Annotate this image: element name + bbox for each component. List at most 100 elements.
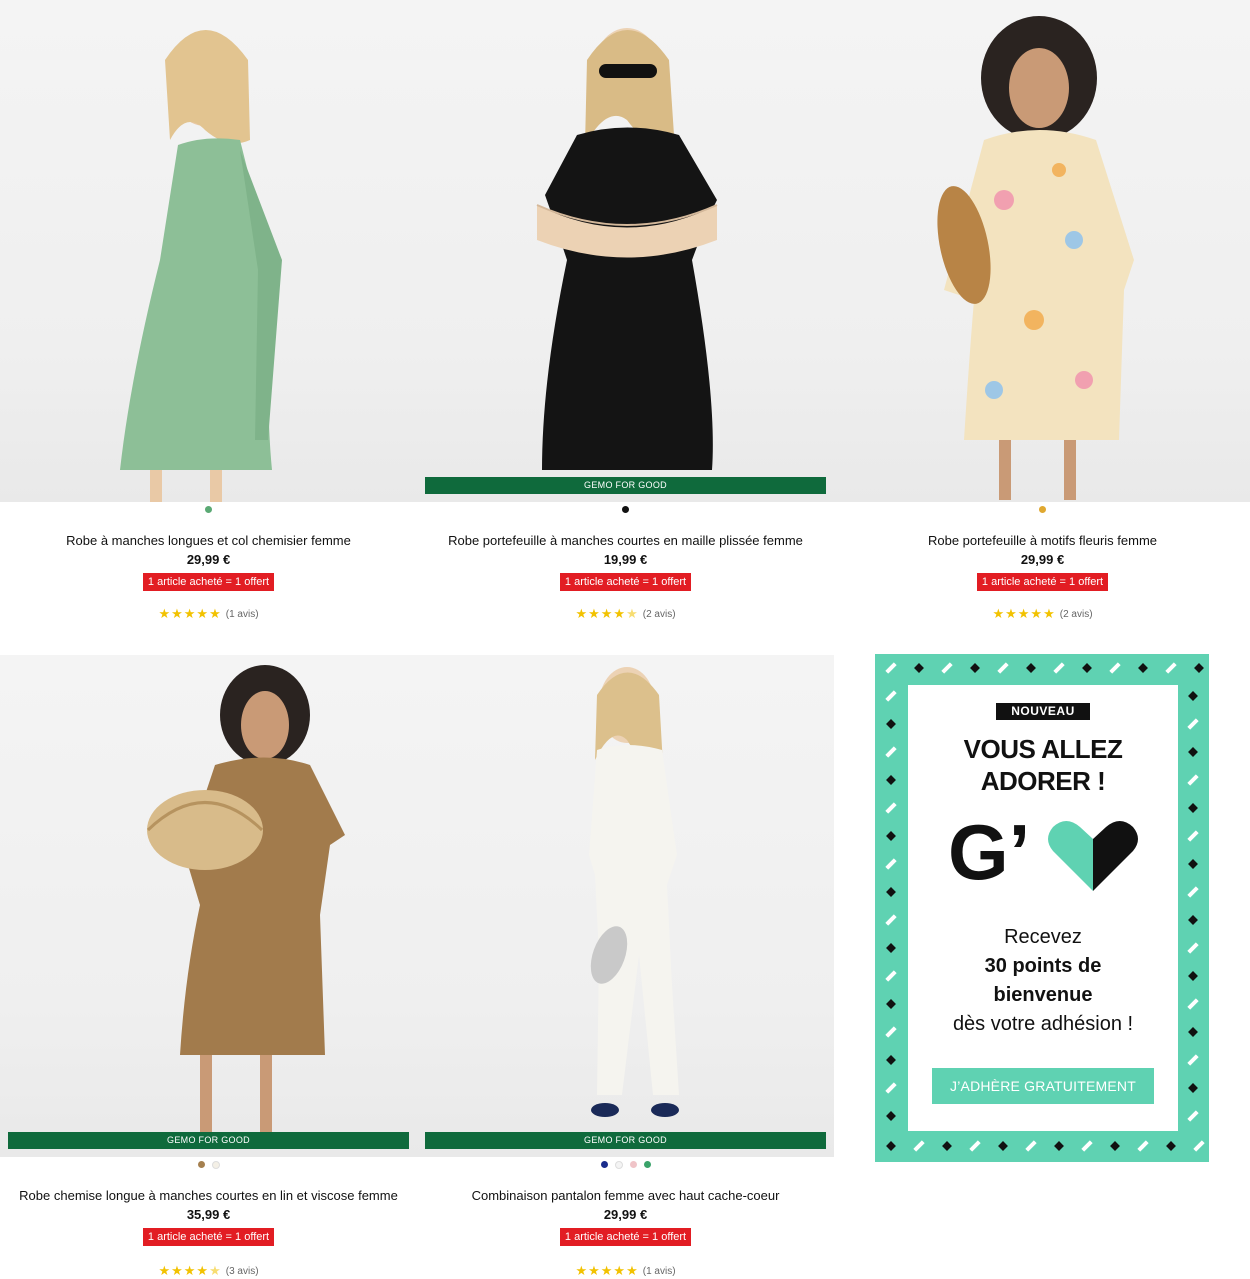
- product-card[interactable]: GEMO FOR GOOD Robe portefeuille à manche…: [417, 0, 834, 640]
- pattern-diamond: [1188, 747, 1198, 757]
- product-image[interactable]: [834, 0, 1250, 502]
- pattern-dash: [1025, 1140, 1037, 1152]
- new-tag: NOUVEAU: [996, 703, 1090, 720]
- model-photo: [146, 665, 345, 1135]
- product-title[interactable]: Combinaison pantalon femme avec haut cac…: [417, 1188, 834, 1203]
- logo-letter: G’: [948, 813, 1030, 893]
- product-image[interactable]: GEMO FOR GOOD: [417, 655, 834, 1157]
- promo-badge: 1 article acheté = 1 offert: [142, 1228, 275, 1246]
- pattern-diamond: [1110, 1141, 1120, 1151]
- color-swatch[interactable]: [614, 1161, 623, 1169]
- pattern-dash: [885, 690, 897, 702]
- review-count[interactable]: (1 avis): [643, 1266, 676, 1277]
- product-card[interactable]: Robe portefeuille à motifs fleuris femme…: [834, 0, 1250, 640]
- pattern-diamond: [886, 719, 896, 729]
- loyalty-promo-tile[interactable]: NOUVEAU VOUS ALLEZ ADORER ! G’ Recevez 3…: [875, 654, 1209, 1162]
- pattern-diamond: [886, 1111, 896, 1121]
- rating: ★★★★★ (2 avis): [417, 606, 834, 622]
- gemo-for-good-badge: GEMO FOR GOOD: [8, 1132, 409, 1149]
- headline-line: VOUS ALLEZ: [963, 734, 1123, 764]
- product-title[interactable]: Robe portefeuille à manches courtes en m…: [417, 533, 834, 548]
- pattern-dash: [885, 970, 897, 982]
- pattern-diamond: [1188, 971, 1198, 981]
- loyalty-panel: NOUVEAU VOUS ALLEZ ADORER ! G’ Recevez 3…: [908, 685, 1178, 1131]
- color-swatch[interactable]: [643, 1161, 651, 1168]
- pattern-diamond: [1188, 915, 1198, 925]
- pattern-diamond: [886, 943, 896, 953]
- offer-line-bold: 30 points de: [984, 955, 1102, 977]
- pattern-dash: [1193, 1140, 1205, 1152]
- model-photo: [536, 28, 718, 470]
- product-title[interactable]: Robe portefeuille à motifs fleuris femme: [834, 533, 1250, 548]
- color-swatch[interactable]: [629, 1161, 637, 1168]
- pattern-diamond: [1188, 1083, 1198, 1093]
- pattern-diamond: [1188, 691, 1198, 701]
- review-count[interactable]: (3 avis): [226, 1266, 259, 1277]
- pattern-diamond: [970, 663, 980, 673]
- product-card[interactable]: GEMO FOR GOOD Robe chemise longue à manc…: [0, 655, 417, 1278]
- model-photo: [937, 16, 1134, 500]
- loyalty-offer-text: Recevez 30 points de bienvenue dès votre…: [908, 923, 1178, 1039]
- rating-stars: ★★★★★: [992, 606, 1056, 621]
- product-image[interactable]: GEMO FOR GOOD: [417, 0, 834, 502]
- pattern-dash: [1187, 718, 1199, 730]
- pattern-diamond: [1082, 663, 1092, 673]
- product-price: 19,99 €: [603, 552, 648, 567]
- pattern-dash: [1187, 886, 1199, 898]
- color-swatches: [0, 1161, 417, 1169]
- pattern-dash: [1187, 774, 1199, 786]
- pattern-diamond: [886, 1055, 896, 1065]
- product-price: 29,99 €: [1020, 552, 1065, 567]
- pattern-diamond: [886, 1141, 896, 1151]
- product-image[interactable]: GEMO FOR GOOD: [0, 655, 417, 1157]
- rating-stars: ★★★★★: [158, 606, 222, 621]
- rating: ★★★★★ (1 avis): [417, 1263, 834, 1279]
- review-count[interactable]: (2 avis): [643, 609, 676, 620]
- pattern-dash: [1053, 662, 1065, 674]
- pattern-diamond: [886, 999, 896, 1009]
- color-swatch[interactable]: [600, 1161, 608, 1168]
- review-count[interactable]: (1 avis): [226, 609, 259, 620]
- pattern-dash: [913, 1140, 925, 1152]
- pattern-dash: [941, 662, 953, 674]
- pattern-dash: [1187, 1054, 1199, 1066]
- product-card[interactable]: Robe à manches longues et col chemisier …: [0, 0, 417, 640]
- pattern-dash: [997, 662, 1009, 674]
- pattern-dash: [1109, 662, 1121, 674]
- pattern-diamond: [1188, 859, 1198, 869]
- pattern-diamond: [1138, 663, 1148, 673]
- product-image[interactable]: [0, 0, 417, 502]
- color-swatch[interactable]: [1039, 506, 1046, 513]
- pattern-dash: [885, 1026, 897, 1038]
- model-photo: [120, 30, 282, 502]
- promo-badge: 1 article acheté = 1 offert: [976, 573, 1109, 591]
- gemo-for-good-badge: GEMO FOR GOOD: [425, 477, 826, 494]
- color-swatches: [834, 506, 1250, 513]
- model-photo: [589, 667, 679, 1117]
- product-grid: Robe à manches longues et col chemisier …: [0, 0, 1250, 1279]
- pattern-dash: [885, 746, 897, 758]
- pattern-dash: [885, 914, 897, 926]
- pattern-diamond: [1194, 663, 1204, 673]
- color-swatches: [417, 1161, 834, 1169]
- join-free-button[interactable]: J’ADHÈRE GRATUITEMENT: [932, 1068, 1154, 1104]
- pattern-diamond: [1054, 1141, 1064, 1151]
- color-swatch[interactable]: [622, 506, 629, 513]
- product-title[interactable]: Robe chemise longue à manches courtes en…: [0, 1188, 417, 1203]
- product-price: 35,99 €: [186, 1207, 231, 1222]
- pattern-diamond: [914, 663, 924, 673]
- pattern-dash: [1187, 998, 1199, 1010]
- pattern-dash: [1165, 662, 1177, 674]
- pattern-dash: [885, 802, 897, 814]
- color-swatch[interactable]: [211, 1161, 220, 1169]
- product-card[interactable]: GEMO FOR GOOD Combinaison pantalon femme…: [417, 655, 834, 1279]
- pattern-dash: [1187, 830, 1199, 842]
- color-swatch[interactable]: [197, 1161, 205, 1168]
- pattern-diamond: [1188, 1027, 1198, 1037]
- color-swatch[interactable]: [205, 506, 212, 513]
- product-title[interactable]: Robe à manches longues et col chemisier …: [0, 533, 417, 548]
- pattern-dash: [885, 1082, 897, 1094]
- color-swatches: [0, 506, 417, 513]
- review-count[interactable]: (2 avis): [1060, 609, 1093, 620]
- pattern-dash: [885, 858, 897, 870]
